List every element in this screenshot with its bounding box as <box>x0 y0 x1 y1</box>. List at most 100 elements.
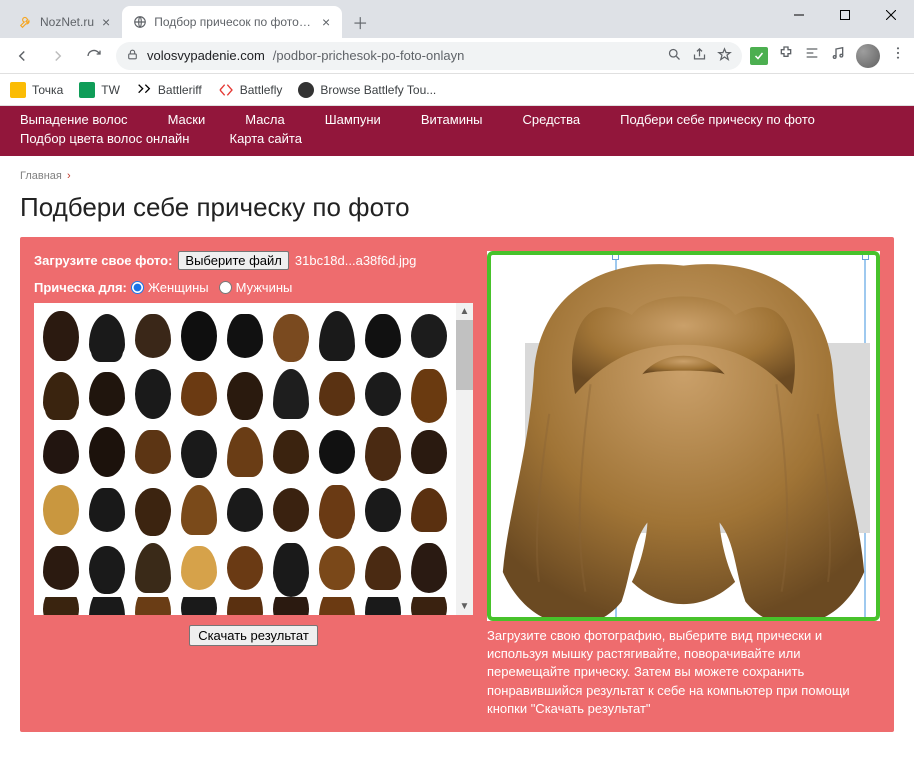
scroll-down-icon[interactable]: ▼ <box>456 598 473 615</box>
tab-close-icon[interactable]: × <box>320 14 332 30</box>
nav-link[interactable]: Подбери себе прическу по фото <box>620 110 815 129</box>
hairstyle-option[interactable] <box>84 539 130 597</box>
hairstyle-option[interactable] <box>38 307 84 365</box>
hairstyle-option[interactable] <box>268 597 314 615</box>
breadcrumb-home[interactable]: Главная <box>20 170 62 182</box>
hairstyle-option[interactable] <box>406 307 452 365</box>
bookmark-star-icon[interactable] <box>717 47 732 65</box>
hairstyle-option[interactable] <box>314 423 360 481</box>
nav-link[interactable]: Выпадение волос <box>20 110 128 129</box>
hairstyle-option[interactable] <box>314 365 360 423</box>
bookmark-item[interactable]: Battleriff <box>136 82 202 98</box>
hairstyle-option[interactable] <box>360 597 406 615</box>
hairstyle-option[interactable] <box>360 539 406 597</box>
extensions-puzzle-icon[interactable] <box>778 45 794 66</box>
hairstyle-option[interactable] <box>406 539 452 597</box>
hairstyle-option[interactable] <box>38 481 84 539</box>
hairstyle-option[interactable] <box>84 423 130 481</box>
hairstyle-option[interactable] <box>130 539 176 597</box>
page-viewport[interactable]: Выпадение волос Маски Масла Шампуни Витамины… <box>0 106 914 774</box>
hairstyle-option[interactable] <box>222 423 268 481</box>
hairstyle-option[interactable] <box>38 365 84 423</box>
bookmark-item[interactable]: Точка <box>10 82 63 98</box>
hairstyle-option[interactable] <box>406 597 452 615</box>
hairstyle-option[interactable] <box>268 307 314 365</box>
minimize-button[interactable] <box>776 0 822 30</box>
browser-tab-1[interactable]: Подбор причесок по фото онла × <box>122 6 342 38</box>
gender-male-radio[interactable] <box>219 281 232 294</box>
hairstyle-option[interactable] <box>38 423 84 481</box>
choose-file-button[interactable]: Выберите файл <box>178 251 288 270</box>
nav-link[interactable]: Масла <box>245 110 285 129</box>
scroll-up-icon[interactable]: ▲ <box>456 303 473 320</box>
nav-link[interactable]: Шампуни <box>325 110 381 129</box>
browser-tab-0[interactable]: NozNet.ru × <box>8 6 122 38</box>
omnibox[interactable]: volosvypadenie.com/podbor-prichesok-po-f… <box>116 42 742 70</box>
hairstyle-option[interactable] <box>268 481 314 539</box>
back-button[interactable] <box>8 42 36 70</box>
hairstyle-option[interactable] <box>84 365 130 423</box>
hairstyle-option[interactable] <box>130 365 176 423</box>
download-result-button[interactable]: Скачать результат <box>189 625 318 646</box>
hairstyle-option[interactable] <box>222 597 268 615</box>
nav-link[interactable]: Подбор цвета волос онлайн <box>20 129 190 148</box>
hairstyle-option[interactable] <box>406 481 452 539</box>
close-window-button[interactable] <box>868 0 914 30</box>
hairstyle-option[interactable] <box>222 307 268 365</box>
hairstyle-option[interactable] <box>268 365 314 423</box>
hairstyle-option[interactable] <box>130 481 176 539</box>
hairstyle-option[interactable] <box>360 307 406 365</box>
hairstyle-option[interactable] <box>314 539 360 597</box>
gender-female-radio[interactable] <box>131 281 144 294</box>
hairstyle-option[interactable] <box>360 481 406 539</box>
ext-list-icon[interactable] <box>804 45 820 66</box>
hairstyle-option[interactable] <box>176 539 222 597</box>
search-in-page-icon[interactable] <box>667 47 682 65</box>
hairstyle-option[interactable] <box>176 597 222 615</box>
hairstyle-option[interactable] <box>176 307 222 365</box>
hairstyle-option[interactable] <box>268 539 314 597</box>
hairstyle-option[interactable] <box>314 307 360 365</box>
tab-close-icon[interactable]: × <box>100 14 112 30</box>
hairstyle-option[interactable] <box>84 481 130 539</box>
nav-link[interactable]: Карта сайта <box>230 129 302 148</box>
forward-button[interactable] <box>44 42 72 70</box>
nav-link[interactable]: Средства <box>523 110 581 129</box>
bookmark-item[interactable]: Browse Battlefy Tou... <box>298 82 436 98</box>
nav-link[interactable]: Витамины <box>421 110 483 129</box>
profile-avatar[interactable] <box>856 44 880 68</box>
ext-check-icon[interactable] <box>750 47 768 65</box>
maximize-button[interactable] <box>822 0 868 30</box>
menu-dots-icon[interactable] <box>890 45 906 66</box>
hairstyle-option[interactable] <box>130 597 176 615</box>
hairstyle-option[interactable] <box>360 365 406 423</box>
hairstyle-option[interactable] <box>130 423 176 481</box>
hairstyle-option[interactable] <box>130 307 176 365</box>
scrollbar[interactable]: ▲ ▼ <box>456 303 473 615</box>
hairstyle-option[interactable] <box>222 365 268 423</box>
hairstyle-option[interactable] <box>84 597 130 615</box>
nav-link[interactable]: Маски <box>168 110 206 129</box>
hairstyle-option[interactable] <box>176 423 222 481</box>
bookmark-item[interactable]: Battlefly <box>218 82 283 98</box>
preview-canvas[interactable] <box>487 251 880 621</box>
hairstyle-option[interactable] <box>176 481 222 539</box>
hairstyle-option[interactable] <box>222 481 268 539</box>
hairstyle-option[interactable] <box>314 481 360 539</box>
hairstyle-option[interactable] <box>406 365 452 423</box>
ext-music-icon[interactable] <box>830 45 846 66</box>
hairstyle-option[interactable] <box>360 423 406 481</box>
hairstyle-option[interactable] <box>84 307 130 365</box>
new-tab-button[interactable]: ＋ <box>346 8 374 36</box>
hairstyle-option[interactable] <box>38 597 84 615</box>
reload-button[interactable] <box>80 42 108 70</box>
hairstyle-option[interactable] <box>38 539 84 597</box>
hairstyle-option[interactable] <box>314 597 360 615</box>
hairstyle-overlay[interactable] <box>487 251 880 621</box>
scroll-thumb[interactable] <box>456 320 473 390</box>
hairstyle-option[interactable] <box>268 423 314 481</box>
hairstyle-option[interactable] <box>222 539 268 597</box>
hairstyle-option[interactable] <box>176 365 222 423</box>
bookmark-item[interactable]: TW <box>79 82 120 98</box>
share-icon[interactable] <box>692 47 707 65</box>
